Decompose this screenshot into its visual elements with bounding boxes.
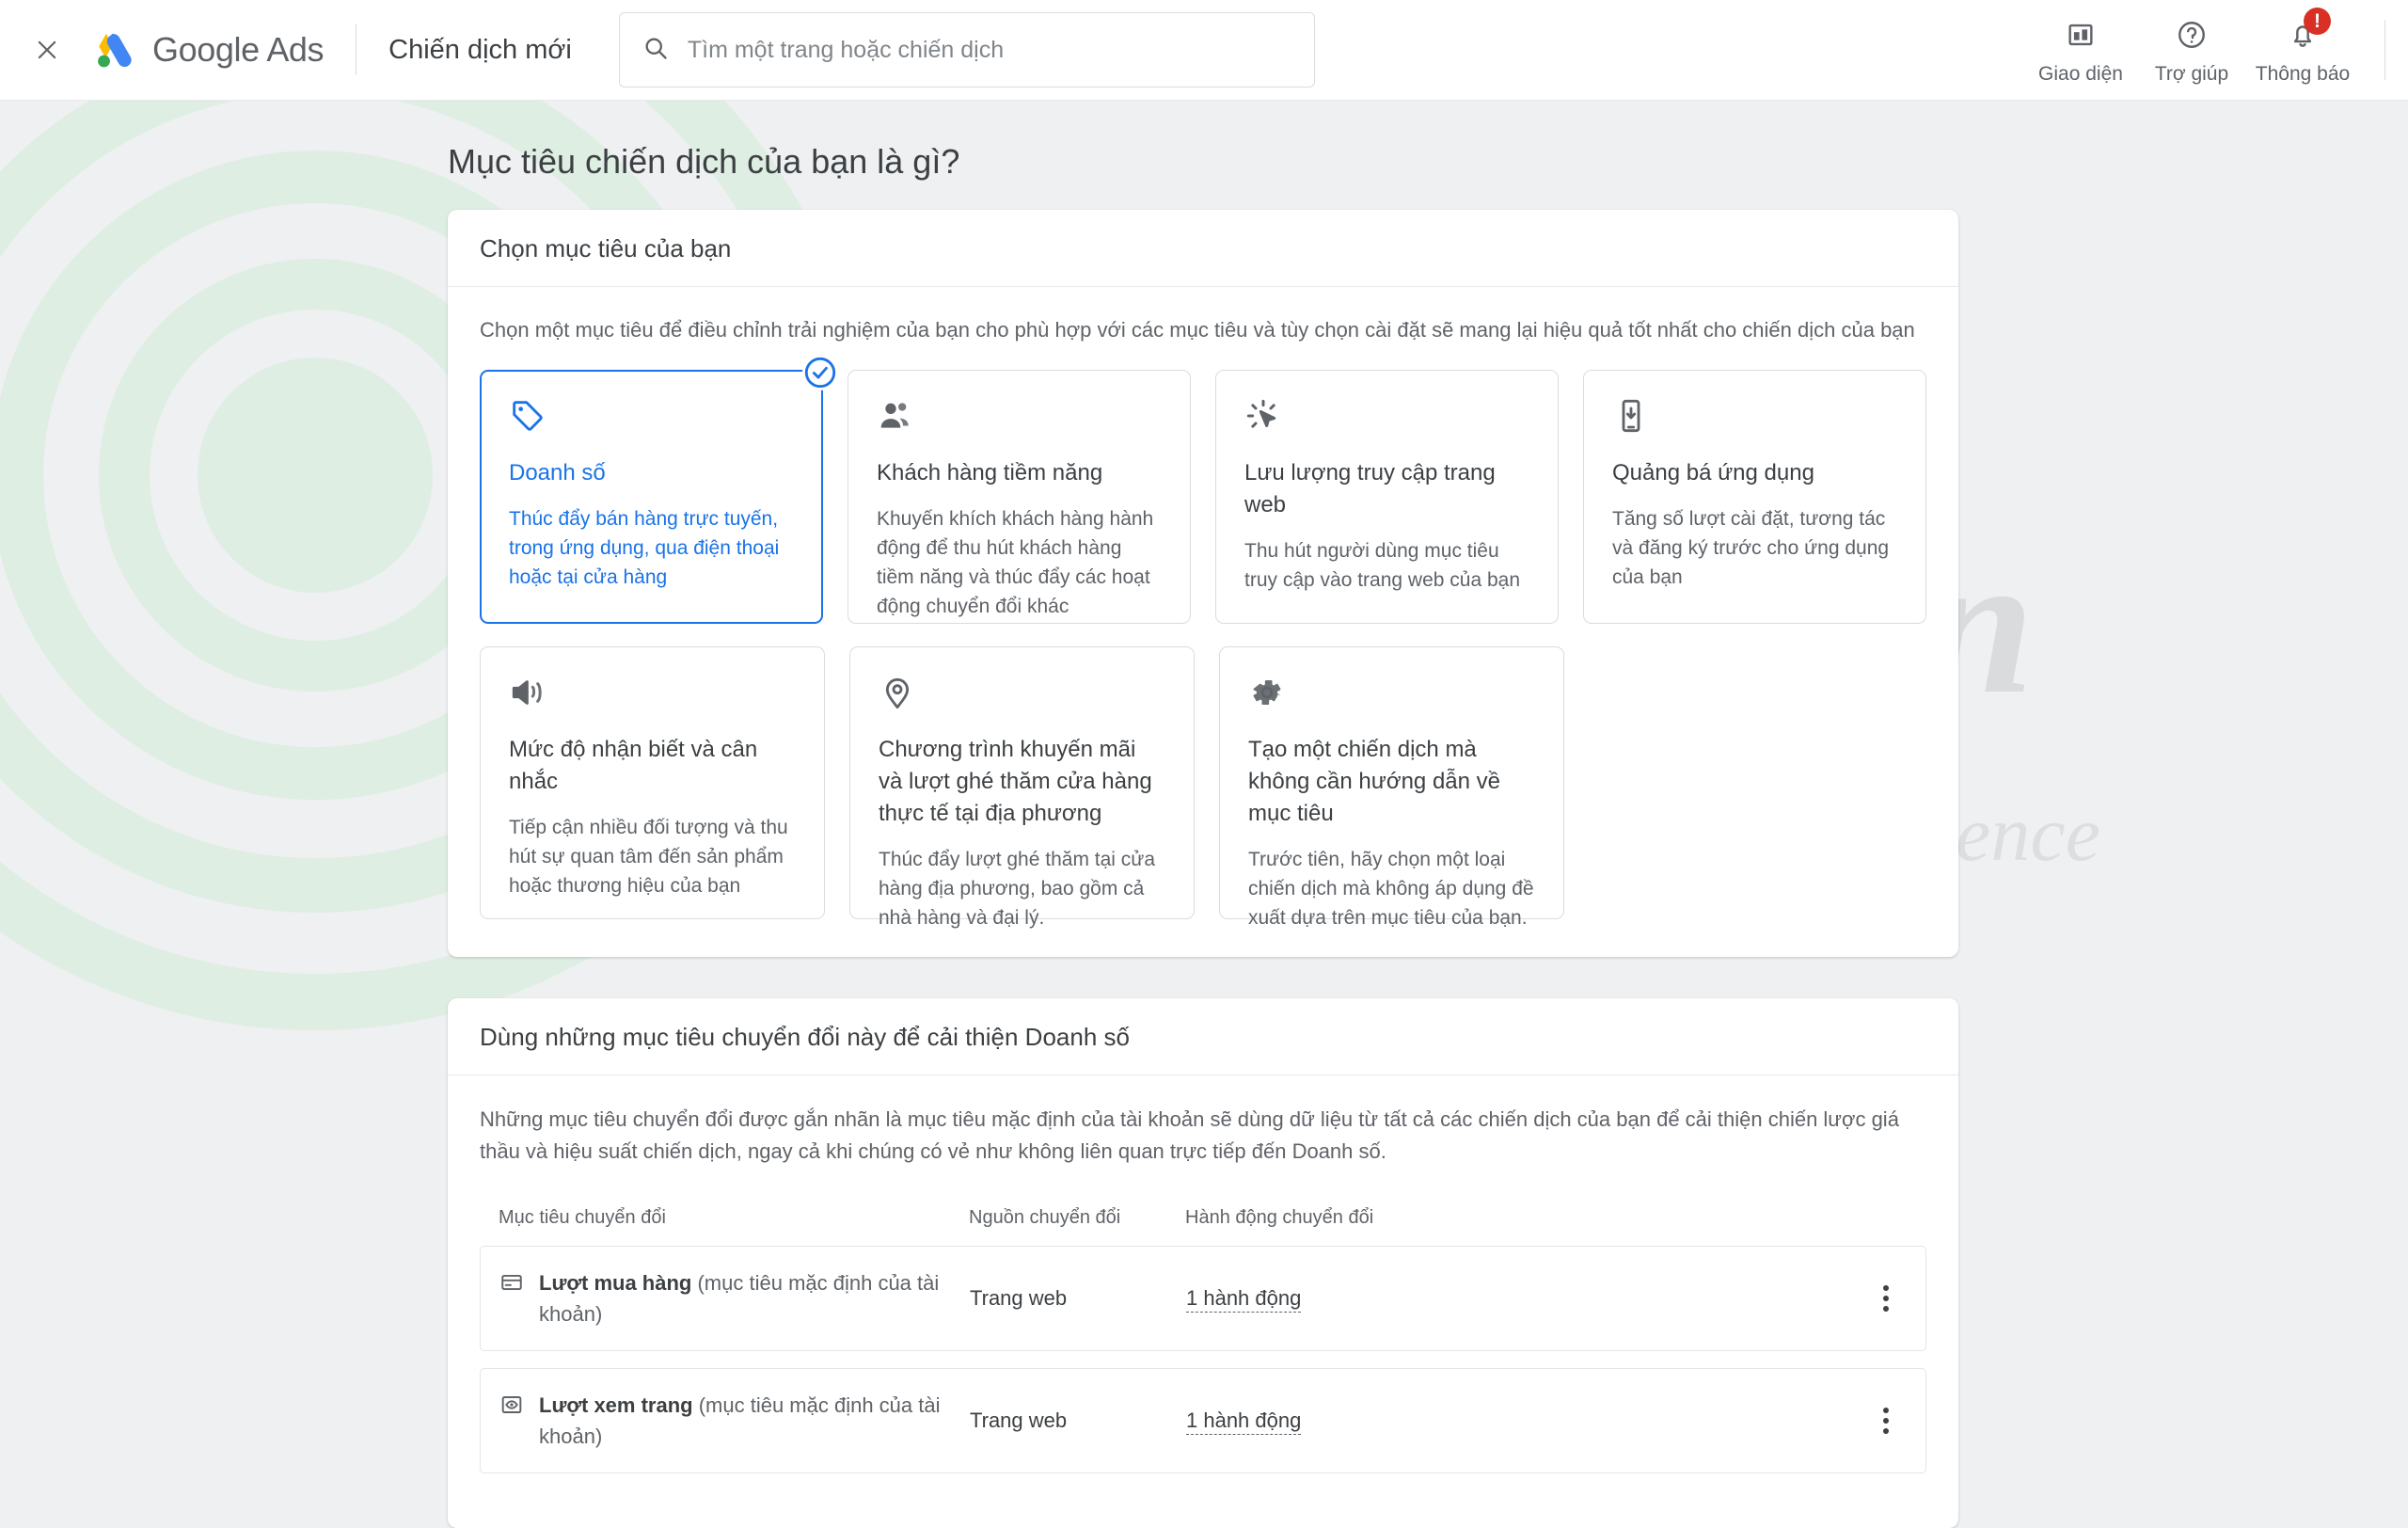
conversions-panel-heading: Dùng những mục tiêu chuyển đổi này để cả… bbox=[480, 1022, 1130, 1051]
conversion-goal-cell: Lượt mua hàng (mục tiêu mặc định của tài… bbox=[499, 1250, 970, 1346]
conversion-source: Trang web bbox=[970, 1286, 1068, 1311]
goal-card-description: Thúc đẩy bán hàng trực tuyến, trong ứng … bbox=[509, 507, 780, 589]
brand-ads: Ads bbox=[266, 30, 325, 69]
goals-panel-header: Chọn mục tiêu của bạn bbox=[448, 210, 1958, 287]
appearance-icon bbox=[2065, 15, 2097, 55]
click-icon bbox=[1244, 397, 1529, 440]
search-box[interactable] bbox=[618, 12, 1315, 88]
conversion-goal-text: Lượt mua hàng (mục tiêu mặc định của tài… bbox=[539, 1267, 970, 1329]
conversions-panel-description: Những mục tiêu chuyển đổi được gắn nhãn … bbox=[480, 1106, 1899, 1163]
notifications-icon: ! bbox=[2287, 7, 2331, 55]
column-header-action: Hành động chuyển đổi bbox=[1185, 1207, 1374, 1229]
google-ads-logo-icon bbox=[98, 33, 132, 68]
search-input[interactable] bbox=[685, 35, 1291, 65]
goals-panel-description: Chọn một mục tiêu để điều chỉnh trải ngh… bbox=[480, 318, 1915, 342]
conversion-action-link-wrap: 1 hành động bbox=[1186, 1409, 1581, 1436]
page-view-icon bbox=[499, 1393, 524, 1425]
notification-badge: ! bbox=[2304, 7, 2331, 35]
help-icon bbox=[2176, 15, 2208, 55]
appearance-button[interactable]: Giao diện bbox=[2025, 15, 2136, 86]
page-subtitle: Chiến dịch mới bbox=[388, 34, 572, 65]
conversion-source: Trang web bbox=[970, 1409, 1068, 1433]
goal-card-title: Doanh số bbox=[509, 459, 606, 485]
column-header-source: Nguồn chuyển đổi bbox=[969, 1207, 1121, 1229]
goal-card-title: Khách hàng tiềm năng bbox=[877, 459, 1103, 485]
close-icon[interactable] bbox=[26, 29, 68, 71]
column-header-goal: Mục tiêu chuyển đổi bbox=[499, 1207, 666, 1229]
conversions-panel-header: Dùng những mục tiêu chuyển đổi này để cả… bbox=[448, 998, 1958, 1075]
goal-card-title: Quảng bá ứng dụng bbox=[1612, 459, 1814, 485]
conversions-panel: Dùng những mục tiêu chuyển đổi này để cả… bbox=[448, 997, 1958, 1528]
goal-card-description: Thu hút người dùng mục tiêu truy cập vào… bbox=[1244, 540, 1521, 592]
gear-icon bbox=[1248, 674, 1535, 717]
goal-card-no-guidance[interactable]: Tạo một chiến dịch mà không cần hướng dẫ… bbox=[1219, 645, 1564, 929]
more-options-icon[interactable] bbox=[1865, 1278, 1907, 1319]
goal-card-description: Khuyến khích khách hàng hành động để thu… bbox=[877, 507, 1154, 618]
help-label: Trợ giúp bbox=[2154, 62, 2229, 85]
megaphone-icon bbox=[509, 674, 796, 717]
goal-card-title: Lưu lượng truy cập trang web bbox=[1244, 459, 1496, 517]
goals-panel: Chọn mục tiêu của bạn Chọn một mục tiêu … bbox=[448, 210, 1958, 957]
goal-card-description: Thúc đẩy lượt ghé thăm tại cửa hàng địa … bbox=[879, 849, 1156, 930]
people-icon bbox=[877, 397, 1162, 440]
goal-card-description: Trước tiên, hãy chọn một loại chiến dịch… bbox=[1248, 849, 1534, 930]
table-row[interactable]: Lượt mua hàng (mục tiêu mặc định của tài… bbox=[480, 1246, 1926, 1352]
tag-icon bbox=[509, 397, 794, 440]
page-title: Mục tiêu chiến dịch của bạn là gì? bbox=[448, 142, 960, 181]
search-icon bbox=[642, 35, 669, 66]
conversion-goal-name: Lượt mua hàng bbox=[539, 1271, 692, 1296]
table-row[interactable]: Lượt xem trang (mục tiêu mặc định của tà… bbox=[480, 1368, 1926, 1474]
goal-card-app-promotion[interactable]: Quảng bá ứng dụng Tăng số lượt cài đặt, … bbox=[1583, 369, 1926, 624]
goals-panel-heading: Chọn mục tiêu của bạn bbox=[480, 234, 732, 263]
conversion-action-link-wrap: 1 hành động bbox=[1186, 1286, 1581, 1313]
conversion-goal-cell: Lượt xem trang (mục tiêu mặc định của tà… bbox=[499, 1373, 970, 1469]
top-app-bar: Google Ads Chiến dịch mới Giao diện bbox=[0, 0, 2408, 101]
conversions-table-header: Mục tiêu chuyển đổi Nguồn chuyển đổi Hàn… bbox=[480, 1207, 1926, 1246]
brand-logo[interactable]: Google Ads bbox=[92, 28, 325, 72]
notifications-button[interactable]: ! Thông báo bbox=[2247, 7, 2358, 86]
conversion-action-link[interactable]: 1 hành động bbox=[1186, 1286, 1302, 1313]
brand-wordmark: Google Ads bbox=[152, 30, 325, 70]
appearance-label: Giao diện bbox=[2038, 62, 2123, 85]
goal-card-local-store-visits[interactable]: Chương trình khuyến mãi và lượt ghé thăm… bbox=[849, 645, 1195, 929]
top-bar-actions: Giao diện Trợ giúp ! Thông báo bbox=[2025, 7, 2408, 86]
conversion-action-link[interactable]: 1 hành động bbox=[1186, 1409, 1302, 1436]
app-install-icon bbox=[1612, 397, 1897, 440]
goal-card-sales[interactable]: Doanh số Thúc đẩy bán hàng trực tuyến, t… bbox=[480, 354, 838, 624]
conversions-panel-body: Những mục tiêu chuyển đổi được gắn nhãn … bbox=[448, 1075, 1958, 1528]
goal-card-leads[interactable]: Khách hàng tiềm năng Khuyến khích khách … bbox=[848, 369, 1191, 624]
more-options-icon[interactable] bbox=[1865, 1400, 1907, 1441]
goal-card-title: Mức độ nhận biết và cân nhắc bbox=[509, 736, 758, 794]
goal-card-title: Tạo một chiến dịch mà không cần hướng dẫ… bbox=[1248, 736, 1500, 827]
goal-card-title: Chương trình khuyến mãi và lượt ghé thăm… bbox=[879, 736, 1152, 827]
main-content: Mục tiêu chiến dịch của bạn là gì? Chọn … bbox=[0, 142, 2408, 1528]
help-button[interactable]: Trợ giúp bbox=[2136, 15, 2247, 86]
check-circle-icon bbox=[802, 354, 838, 390]
topbar-end-divider bbox=[2384, 20, 2385, 80]
goal-card-description: Tăng số lượt cài đặt, tương tác và đăng … bbox=[1612, 507, 1890, 589]
goal-card-awareness[interactable]: Mức độ nhận biết và cân nhắc Tiếp cận nh… bbox=[480, 645, 825, 919]
conversion-goal-text: Lượt xem trang (mục tiêu mặc định của tà… bbox=[539, 1390, 970, 1452]
credit-card-icon bbox=[499, 1270, 524, 1303]
notifications-label: Thông báo bbox=[2255, 62, 2351, 85]
goal-card-row-1: Doanh số Thúc đẩy bán hàng trực tuyến, t… bbox=[480, 354, 1926, 624]
goal-card-row-2: Mức độ nhận biết và cân nhắc Tiếp cận nh… bbox=[480, 645, 1926, 929]
search-container bbox=[618, 12, 1315, 88]
goals-panel-body: Chọn một mục tiêu để điều chỉnh trải ngh… bbox=[448, 287, 1958, 957]
goal-card-website-traffic[interactable]: Lưu lượng truy cập trang web Thu hút ngư… bbox=[1215, 369, 1559, 624]
column-header-menu bbox=[1580, 1207, 1908, 1229]
location-pin-icon bbox=[879, 674, 1165, 717]
brand-google: Google bbox=[152, 30, 260, 69]
conversion-goal-name: Lượt xem trang bbox=[539, 1393, 693, 1418]
goal-card-description: Tiếp cận nhiều đối tượng và thu hút sự q… bbox=[509, 817, 788, 898]
